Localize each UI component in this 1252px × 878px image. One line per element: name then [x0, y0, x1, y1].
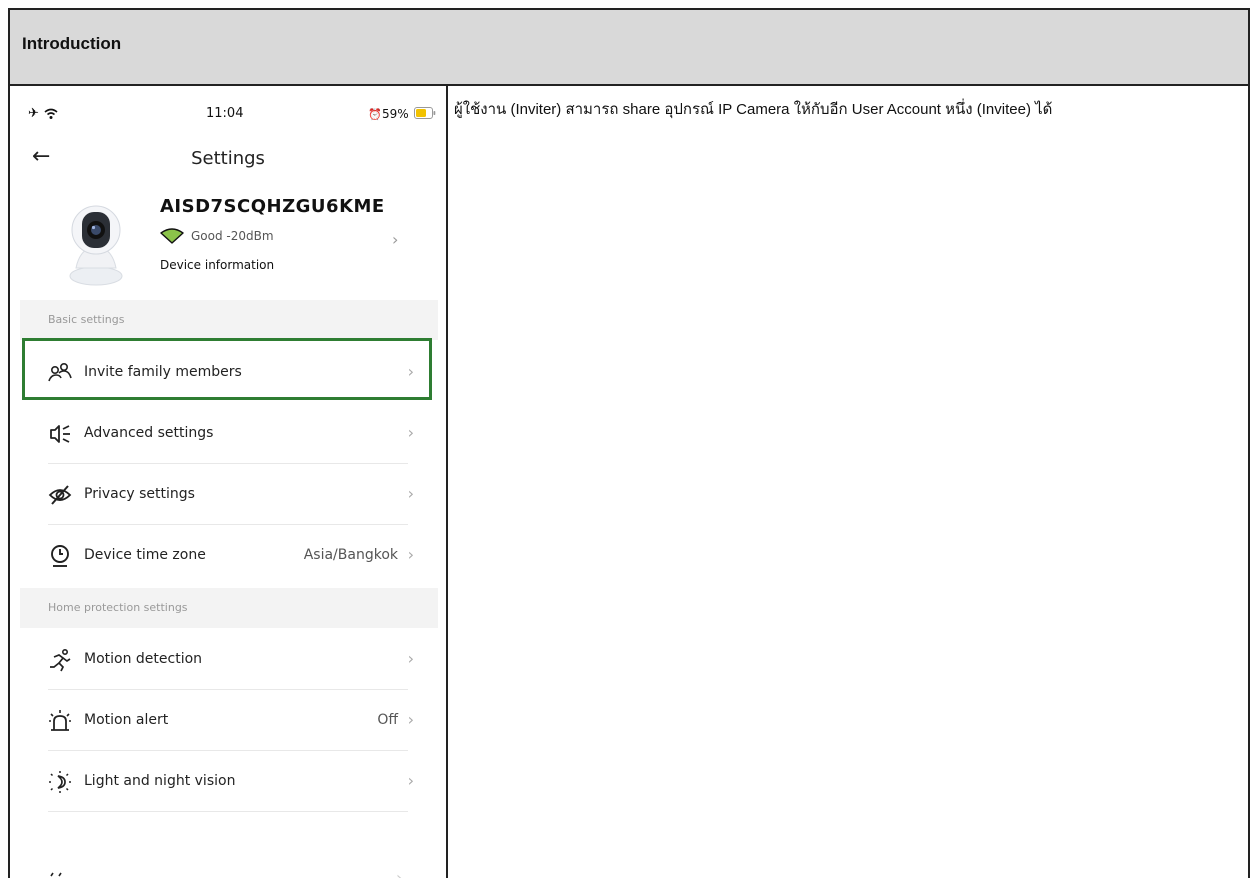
chevron-right-icon[interactable]: › — [392, 230, 398, 249]
wifi-status-icon — [44, 108, 58, 119]
sun-moon-icon — [49, 771, 71, 793]
settings-row-privacy[interactable]: Privacy settings › — [48, 465, 428, 525]
battery-icon — [414, 107, 436, 119]
wifi-signal-icon — [160, 228, 184, 244]
chevron-right-icon: › — [407, 771, 414, 790]
chevron-right-icon: › — [407, 545, 414, 564]
settings-row-motion-detection[interactable]: Motion detection › — [48, 630, 428, 690]
signal-strength: Good -20dBm — [191, 229, 274, 243]
chevron-right-icon: › — [407, 710, 414, 729]
settings-row-timezone[interactable]: Device time zone Asia/Bangkok › — [48, 526, 428, 586]
chevron-right-icon: › — [407, 649, 414, 668]
table-right-border — [1248, 86, 1250, 878]
divider — [48, 689, 408, 690]
document-table: Introduction ผู้ใช้งาน (Inviter) สามารถ … — [0, 0, 1252, 878]
settings-row-motion-alert[interactable]: Motion alert Off › — [48, 691, 428, 751]
row-label: Device time zone — [84, 547, 206, 563]
status-time: 11:04 — [206, 106, 244, 121]
motion-alert-value: Off — [377, 712, 398, 728]
table-middle-border — [446, 86, 448, 878]
row-label: Privacy settings — [84, 486, 195, 502]
chevron-right-icon: › — [407, 423, 414, 442]
section-label: Home protection settings — [48, 601, 188, 614]
highlight-box — [22, 338, 432, 400]
chevron-right-icon: › — [396, 868, 403, 878]
clock-pin-icon — [51, 545, 69, 567]
airplane-icon: ✈ — [28, 106, 39, 121]
divider — [48, 463, 408, 464]
cut-off-row-icon — [50, 872, 62, 877]
phone-screenshot: ✈ 11:04 ⏰ 59% ← Settings AISD7SCQHZGU6KM… — [10, 88, 446, 878]
alarm-icon: ⏰ — [368, 108, 382, 121]
settings-row-advanced[interactable]: Advanced settings › — [48, 404, 428, 464]
speaker-icon — [50, 425, 70, 443]
running-icon — [50, 648, 71, 672]
divider — [48, 524, 408, 525]
nav-title: Settings — [191, 148, 265, 169]
table-header-cell: Introduction — [8, 8, 1250, 86]
eye-off-icon — [48, 485, 72, 505]
row-label: Light and night vision — [84, 773, 236, 789]
divider — [48, 811, 408, 812]
description-text: ผู้ใช้งาน (Inviter) สามารถ share อุปกรณ์… — [454, 101, 1053, 118]
device-name: AISD7SCQHZGU6KME — [160, 196, 385, 217]
timezone-value: Asia/Bangkok — [303, 547, 398, 563]
settings-row-night-vision[interactable]: Light and night vision › — [48, 752, 428, 812]
section-label: Basic settings — [48, 313, 125, 326]
row-label: Motion alert — [84, 712, 169, 728]
alarm-light-icon — [49, 710, 71, 731]
battery-percent: 59% — [382, 107, 409, 121]
section-header-basic: Basic settings — [20, 300, 438, 340]
device-info-link[interactable]: Device information — [160, 258, 274, 272]
camera-device-image — [69, 205, 123, 286]
chevron-right-icon: › — [407, 484, 414, 503]
divider — [48, 750, 408, 751]
row-label: Advanced settings — [84, 425, 214, 441]
section-header-home-protection: Home protection settings — [20, 588, 438, 628]
row-label: Motion detection — [84, 651, 203, 667]
page-title: Introduction — [22, 34, 122, 53]
